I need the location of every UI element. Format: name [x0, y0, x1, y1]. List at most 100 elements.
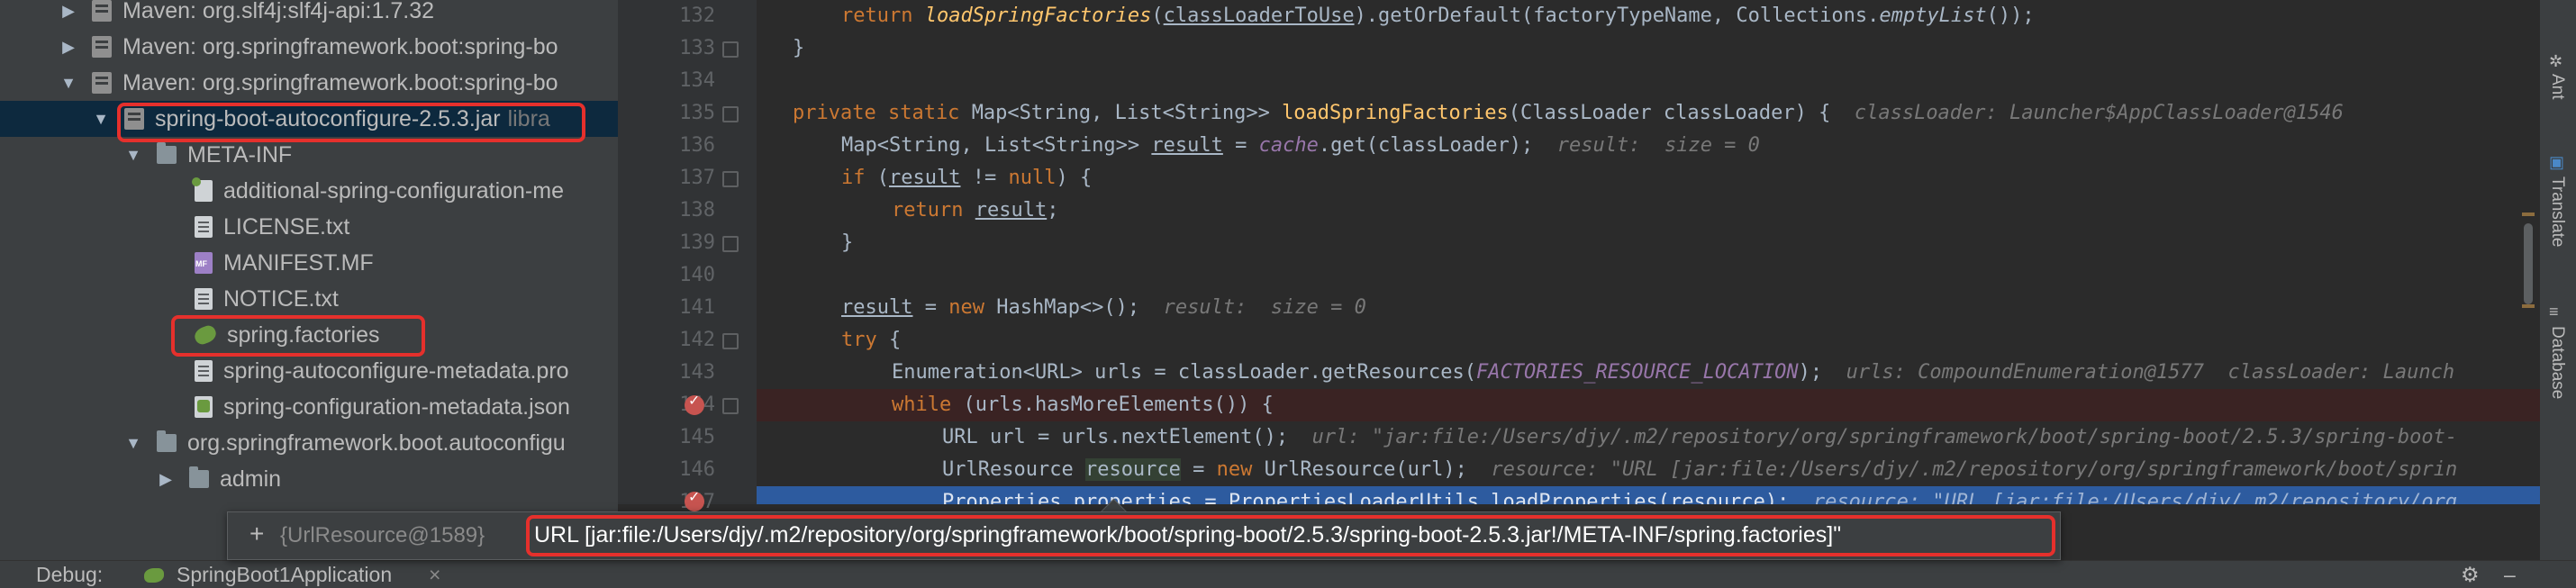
- translate-tool-button[interactable]: Translate: [2547, 176, 2567, 248]
- code-editor[interactable]: return loadSpringFactories(classLoaderTo…: [757, 0, 2540, 504]
- line-number: 146: [679, 458, 715, 481]
- code-token: Properties properties = PropertiesLoader…: [942, 491, 1813, 504]
- inline-debug-hint: url: "jar:file:/Users/djy/.m2/repository…: [1311, 426, 2458, 448]
- tree-item-meta-inf[interactable]: ▼ META-INF: [0, 137, 618, 173]
- debug-session-tab[interactable]: SpringBoot1Application: [177, 563, 392, 587]
- code-token: while: [892, 394, 964, 416]
- chevron-down-icon[interactable]: ▼: [122, 434, 144, 453]
- manifest-file-icon: [195, 252, 213, 274]
- library-icon: [92, 72, 112, 94]
- tree-item-slf4j[interactable]: ▶ Maven: org.slf4j:slf4j-api:1.7.32: [0, 0, 618, 29]
- code-line-142: try {: [757, 324, 2540, 357]
- code-line-132: return loadSpringFactories(classLoaderTo…: [757, 0, 2540, 32]
- tree-item-label: Maven: org.springframework.boot:spring-b…: [122, 69, 558, 95]
- code-token: result: [889, 167, 961, 189]
- chevron-right-icon[interactable]: ▶: [58, 2, 79, 21]
- fold-marker-icon[interactable]: [722, 398, 739, 414]
- tree-item-label: NOTICE.txt: [223, 285, 339, 312]
- code-line-144: while (urls.hasMoreElements()) {: [757, 389, 2540, 421]
- package-icon: [157, 430, 177, 452]
- code-token: new: [948, 296, 997, 319]
- fold-marker-icon[interactable]: [722, 333, 739, 349]
- tree-item-autoconfigure-metadata[interactable]: spring-autoconfigure-metadata.pro: [0, 353, 618, 389]
- line-number: 143: [679, 361, 715, 384]
- fold-marker-icon[interactable]: [722, 106, 739, 122]
- scroll-marker[interactable]: [2522, 213, 2535, 216]
- folder-icon: [157, 142, 177, 164]
- code-token: .get(classLoader);: [1318, 134, 1557, 157]
- code-line-135: private static Map<String, List<String>>…: [757, 97, 2540, 130]
- tree-item-license[interactable]: LICENSE.txt: [0, 209, 618, 245]
- tree-item-label: spring-autoconfigure-metadata.pro: [223, 357, 569, 384]
- text-file-icon: [195, 216, 213, 238]
- tree-item-admin[interactable]: ▶ admin: [0, 461, 618, 497]
- gear-icon[interactable]: ⚙: [2461, 563, 2480, 587]
- fold-marker-icon[interactable]: [722, 171, 739, 187]
- chevron-right-icon[interactable]: ▶: [58, 38, 79, 57]
- chevron-down-icon[interactable]: ▼: [90, 110, 112, 129]
- inline-debug-hint: resource: "URL [jar:file:/Users/djy/.m2/…: [1491, 458, 2458, 481]
- chevron-right-icon[interactable]: ▶: [155, 470, 177, 489]
- minimize-icon[interactable]: –: [2504, 563, 2516, 587]
- tree-item-manifest[interactable]: MANIFEST.MF: [0, 245, 618, 281]
- tree-item-spring-boot[interactable]: ▶ Maven: org.springframework.boot:spring…: [0, 29, 618, 65]
- code-token: UrlResource: [942, 458, 1085, 481]
- editor-scrollbar[interactable]: [2524, 223, 2533, 304]
- fold-marker-icon[interactable]: [722, 236, 739, 252]
- tree-item-spring-boot-autoconfigure-lib[interactable]: ▼ Maven: org.springframework.boot:spring…: [0, 65, 618, 101]
- line-number: 137: [679, 167, 715, 189]
- chevron-down-icon[interactable]: ▼: [58, 74, 79, 93]
- chevron-down-icon[interactable]: ▼: [122, 146, 144, 165]
- code-token: result: [841, 296, 913, 319]
- database-tool-button[interactable]: Database: [2547, 326, 2567, 399]
- line-number: 139: [679, 231, 715, 254]
- inline-debug-hint: result: size = 0: [1556, 134, 1760, 157]
- tree-item-label: Maven: org.slf4j:slf4j-api:1.7.32: [122, 0, 435, 23]
- code-token: loadSpringFactories: [924, 5, 1152, 27]
- tree-item-additional-config[interactable]: additional-spring-configuration-me: [0, 173, 618, 209]
- code-token: FACTORIES_RESOURCE_LOCATION: [1476, 361, 1799, 384]
- editor-gutter[interactable]: 132 133 134 135 136 137 138 139 140 141 …: [618, 0, 757, 513]
- code-token: ) {: [1056, 167, 1093, 189]
- code-token: =: [1180, 458, 1217, 481]
- annotation-box-jar: [117, 103, 585, 142]
- code-token: ());: [1986, 5, 2035, 27]
- code-token: classLoaderToUse: [1163, 5, 1355, 27]
- debug-tool-bar: Debug: SpringBoot1Application × ⚙ –: [0, 560, 2576, 588]
- code-token: URL url = urls.nextElement();: [942, 426, 1312, 448]
- breakpoint-icon[interactable]: [685, 488, 704, 511]
- line-number: 140: [679, 264, 715, 286]
- code-token: UrlResource(url);: [1264, 458, 1492, 481]
- code-token: =: [912, 296, 949, 319]
- tree-item-configuration-metadata[interactable]: spring-configuration-metadata.json: [0, 389, 618, 425]
- inline-debug-hint: result: size = 0: [1163, 296, 1366, 319]
- breakpoint-icon[interactable]: [685, 392, 704, 415]
- line-number: 133: [679, 37, 715, 59]
- code-line-138: return result;: [757, 194, 2540, 227]
- code-token: }: [793, 37, 805, 59]
- tree-item-autoconfigure-package[interactable]: ▼ org.springframework.boot.autoconfigu: [0, 425, 618, 461]
- close-icon[interactable]: ×: [429, 563, 440, 587]
- tree-item-notice[interactable]: NOTICE.txt: [0, 281, 618, 317]
- fold-marker-icon[interactable]: [722, 41, 739, 58]
- code-token: try: [841, 329, 889, 351]
- spring-boot-icon: [144, 568, 164, 583]
- code-token: resource: [1084, 458, 1181, 481]
- code-token: ).getOrDefault(factoryTypeName, Collecti…: [1354, 5, 1880, 27]
- code-token: result: [1151, 134, 1223, 157]
- database-icon: ≡: [2549, 303, 2559, 321]
- tree-item-label: META-INF: [187, 141, 293, 167]
- ant-tool-button[interactable]: Ant: [2547, 74, 2567, 100]
- scroll-marker[interactable]: [2522, 304, 2535, 308]
- code-token: return: [892, 199, 975, 222]
- code-token: (urls.hasMoreElements()) {: [963, 394, 1274, 416]
- tree-item-label: LICENSE.txt: [223, 213, 350, 240]
- right-tool-strip: ✲ Ant ▣ Translate ≡ Database: [2540, 0, 2576, 560]
- debug-label: Debug:: [36, 563, 104, 586]
- tree-item-label: additional-spring-configuration-me: [223, 177, 564, 204]
- line-number: 145: [679, 426, 715, 448]
- code-token: loadSpringFactories: [1282, 102, 1509, 124]
- code-token: {: [888, 329, 902, 351]
- expand-plus-icon[interactable]: +: [249, 520, 264, 548]
- code-line-147: Properties properties = PropertiesLoader…: [757, 486, 2540, 504]
